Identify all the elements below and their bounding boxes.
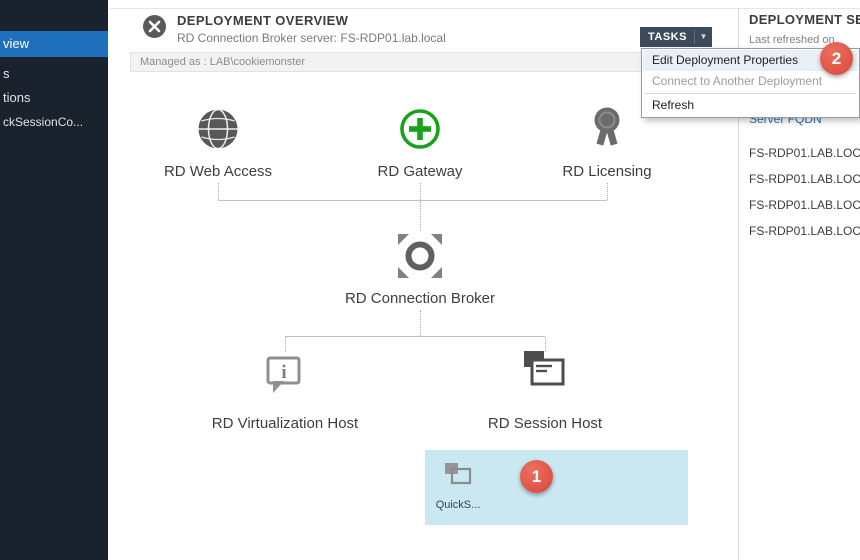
license-ribbon-icon[interactable] (586, 104, 628, 157)
connector-stub (218, 183, 219, 200)
globe-icon[interactable] (195, 106, 241, 157)
collection-label: QuickS... (427, 499, 489, 511)
connector-line-bottom (285, 336, 545, 337)
connector-stub (607, 183, 608, 200)
menu-separator (645, 93, 856, 94)
page-subtitle: RD Connection Broker server: FS-RDP01.la… (177, 31, 446, 45)
node-label-rd-web-access: RD Web Access (108, 163, 328, 180)
annotation-badge-1: 1 (520, 460, 553, 493)
collection-tile[interactable]: QuickS... (425, 450, 688, 525)
tasks-button-label: TASKS (640, 27, 694, 47)
server-row[interactable]: FS-RDP01.LAB.LOCAL (749, 218, 860, 244)
connector-stub (285, 337, 286, 352)
collection-windows-icon (443, 461, 473, 492)
page-title: DEPLOYMENT OVERVIEW (177, 13, 348, 28)
tile-top-border (110, 8, 860, 9)
info-bubble-icon[interactable]: i (261, 351, 307, 402)
server-row[interactable]: FS-RDP01.LAB.LOCAL (749, 192, 860, 218)
sidebar-item-overview[interactable]: view (0, 31, 108, 57)
connector-stub (420, 183, 421, 200)
connector-stub (420, 310, 421, 336)
menu-item-connect-to-another-deployment: Connect to Another Deployment (643, 71, 858, 92)
connector-stub (420, 201, 421, 231)
node-label-rd-virtualization-host: RD Virtualization Host (175, 415, 395, 432)
chevron-down-icon: ▼ (695, 27, 712, 47)
svg-text:i: i (281, 362, 286, 383)
servers-list: FS-RDP01.LAB.LOCAL FS-RDP01.LAB.LOCAL FS… (749, 140, 860, 244)
server-row[interactable]: FS-RDP01.LAB.LOCAL (749, 140, 860, 166)
node-label-rd-licensing: RD Licensing (497, 163, 717, 180)
session-host-server-icon[interactable] (519, 349, 569, 398)
sidebar-item-servers[interactable]: s (0, 62, 108, 86)
sidebar-item-quicksessioncollection[interactable]: ckSessionCo... (0, 110, 108, 134)
sidebar-nav: view s tions ckSessionCo... (0, 0, 108, 560)
node-label-rd-session-host: RD Session Host (435, 415, 655, 432)
annotation-badge-2: 2 (820, 42, 853, 75)
deployment-overview-icon (141, 13, 168, 40)
node-label-rd-connection-broker: RD Connection Broker (310, 290, 530, 307)
tasks-button[interactable]: TASKS ▼ (640, 27, 712, 47)
server-row[interactable]: FS-RDP01.LAB.LOCAL (749, 166, 860, 192)
connector-line-top (218, 200, 607, 201)
menu-item-refresh[interactable]: Refresh (643, 95, 858, 116)
connection-broker-icon[interactable] (394, 230, 446, 287)
sidebar-item-collections[interactable]: tions (0, 86, 108, 110)
servers-panel-title: DEPLOYMENT SE (749, 12, 860, 27)
add-gateway-plus-icon[interactable] (397, 106, 443, 157)
